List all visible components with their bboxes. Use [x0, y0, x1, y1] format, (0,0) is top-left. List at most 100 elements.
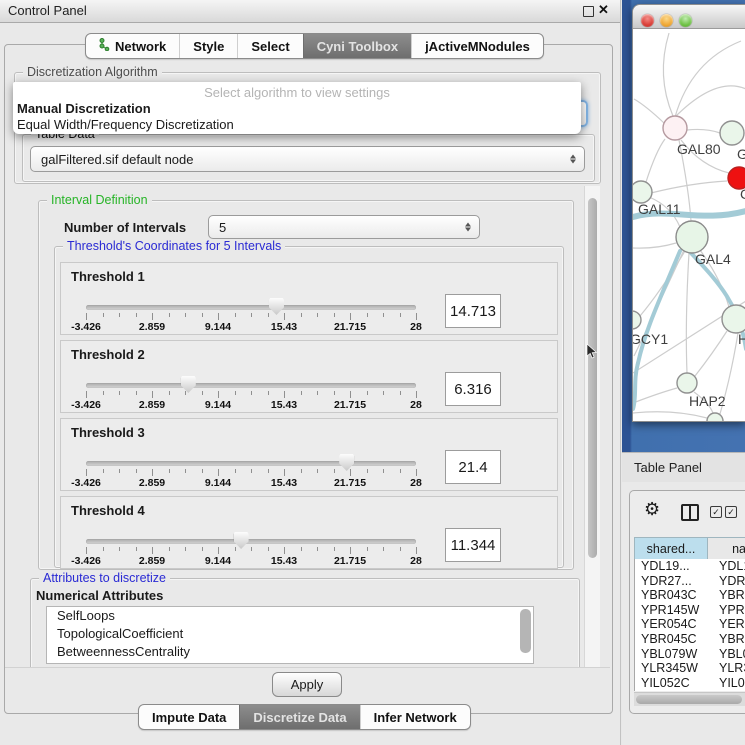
tab-infer-network[interactable]: Infer Network — [360, 705, 470, 729]
network-edge — [651, 181, 727, 193]
slider-track[interactable] — [86, 461, 416, 466]
major-tick — [152, 313, 153, 320]
slider-track[interactable] — [86, 383, 416, 388]
scrollbar-thumb[interactable] — [636, 695, 742, 704]
network-node-h[interactable] — [722, 305, 745, 333]
cell-name: YBR0 — [713, 588, 745, 603]
network-window: GAL80GACGAL11GAL4GCY1HHAP2 — [632, 4, 745, 422]
close-icon[interactable]: ✕ — [598, 2, 609, 18]
table-data-combo-value: galFiltered.sif default node — [41, 152, 193, 167]
table-row[interactable]: YBR043CYBR0 — [635, 588, 745, 603]
table-row[interactable]: YDR27...YDR2 — [635, 574, 745, 589]
network-node-hap2[interactable] — [677, 373, 697, 393]
tick-label: 2.859 — [128, 321, 176, 333]
major-tick — [350, 469, 351, 476]
threshold-value-field[interactable]: 21.4 — [445, 450, 501, 484]
network-node-ga[interactable] — [720, 121, 744, 145]
network-node-gal4[interactable] — [676, 221, 708, 253]
network-node[interactable] — [707, 413, 723, 421]
threshold-value-field[interactable]: 11.344 — [445, 528, 501, 562]
network-node-gal80[interactable] — [663, 116, 687, 140]
table-data-combobox[interactable]: galFiltered.sif default node — [30, 146, 585, 172]
tick-label: -3.426 — [62, 399, 110, 411]
minor-tick — [268, 547, 269, 551]
table-row[interactable]: YBL079WYBL0 — [635, 647, 745, 662]
gear-icon[interactable]: ⚙ — [644, 499, 660, 520]
attribute-item-topologicalcoefficient[interactable]: TopologicalCoefficient — [47, 625, 533, 643]
checkbox-icon[interactable]: ✓ — [725, 506, 737, 518]
tab-cyni-toolbox[interactable]: Cyni Toolbox — [303, 34, 411, 58]
horizontal-scrollbar[interactable] — [634, 692, 745, 706]
tick-label: 15.43 — [260, 399, 308, 411]
network-node-gal11[interactable] — [633, 181, 652, 203]
tab-network[interactable]: Network — [86, 34, 179, 58]
column-header-name[interactable]: na — [708, 538, 745, 560]
threshold-value-field[interactable]: 14.713 — [445, 294, 501, 328]
column-header-shared[interactable]: shared... — [635, 538, 708, 560]
list-scrollbar[interactable] — [520, 609, 531, 653]
mac-close-button[interactable] — [641, 14, 654, 27]
table-row[interactable]: YLR345WYLR3 — [635, 661, 745, 676]
network-edge — [663, 33, 673, 116]
table-row[interactable]: YDL19...YDL1 — [635, 559, 745, 574]
tab-jactivemnodules[interactable]: jActiveMNodules — [411, 34, 543, 58]
minor-tick — [367, 313, 368, 317]
threshold-value-field[interactable]: 6.316 — [445, 372, 501, 406]
tab-impute-data[interactable]: Impute Data — [139, 705, 239, 729]
threshold-panel-4: Threshold 4-3.4262.8599.14415.4321.71528… — [60, 496, 558, 569]
group-title: Discretization Algorithm — [23, 65, 162, 79]
vertical-scrollbar[interactable] — [584, 186, 600, 667]
tab-label: Network — [115, 39, 166, 54]
tick-label: 15.43 — [260, 477, 308, 489]
slider-thumb[interactable] — [339, 454, 354, 471]
threshold-label: Threshold 3 — [71, 425, 145, 440]
major-tick — [86, 469, 87, 476]
attribute-item-betweennesscentrality[interactable]: BetweennessCentrality — [47, 643, 533, 661]
table-row[interactable]: YER054CYER0 — [635, 617, 745, 632]
tick-label: 15.43 — [260, 321, 308, 333]
table-row[interactable]: YPR145WYPR1 — [635, 603, 745, 618]
slider-thumb[interactable] — [269, 298, 284, 315]
tab-discretize-data[interactable]: Discretize Data — [239, 705, 359, 729]
major-tick — [86, 391, 87, 398]
numerical-attributes-list[interactable]: SelfLoopsTopologicalCoefficientBetweenne… — [46, 606, 534, 664]
table-row[interactable]: YBR045CYBR0 — [635, 632, 745, 647]
float-icon[interactable] — [583, 6, 594, 17]
tick-label: 9.144 — [194, 399, 242, 411]
minor-tick — [268, 313, 269, 317]
minor-tick — [169, 469, 170, 473]
slider-track[interactable] — [86, 539, 416, 544]
network-canvas[interactable]: GAL80GACGAL11GAL4GCY1HHAP2 — [633, 29, 745, 421]
num-intervals-combobox[interactable]: 5 — [208, 215, 480, 239]
attribute-item-selfloops[interactable]: SelfLoops — [47, 607, 533, 625]
dropdown-option-manual[interactable]: Manual Discretization — [17, 101, 151, 116]
network-edge — [640, 251, 685, 316]
cell-name: YDR2 — [713, 574, 745, 589]
split-columns-icon[interactable] — [681, 504, 699, 521]
major-tick — [218, 469, 219, 476]
minor-tick — [334, 547, 335, 551]
tick-label: 9.144 — [194, 321, 242, 333]
minor-tick — [103, 391, 104, 395]
tab-select[interactable]: Select — [237, 34, 302, 58]
tab-style[interactable]: Style — [179, 34, 237, 58]
network-node-gcy1[interactable] — [633, 311, 641, 329]
table-row[interactable]: YIL052CYIL0 — [635, 676, 745, 691]
slider-thumb[interactable] — [234, 532, 249, 549]
checkbox-icon[interactable]: ✓ — [710, 506, 722, 518]
scrollbar-thumb[interactable] — [588, 198, 597, 558]
major-tick — [152, 469, 153, 476]
dropdown-hint: Select algorithm to view settings — [13, 85, 581, 100]
mac-minimize-button[interactable] — [660, 14, 673, 27]
dropdown-option-equal-width[interactable]: Equal Width/Frequency Discretization — [17, 117, 234, 132]
apply-button[interactable]: Apply — [272, 672, 342, 697]
slider-thumb[interactable] — [181, 376, 196, 393]
major-tick — [416, 391, 417, 398]
mac-zoom-button[interactable] — [679, 14, 692, 27]
minor-tick — [383, 313, 384, 317]
slider-track[interactable] — [86, 305, 416, 310]
network-window-titlebar[interactable] — [633, 5, 745, 29]
minor-tick — [185, 313, 186, 317]
minor-tick — [235, 547, 236, 551]
threshold-panel-1: Threshold 1-3.4262.8599.14415.4321.71528… — [60, 262, 558, 335]
